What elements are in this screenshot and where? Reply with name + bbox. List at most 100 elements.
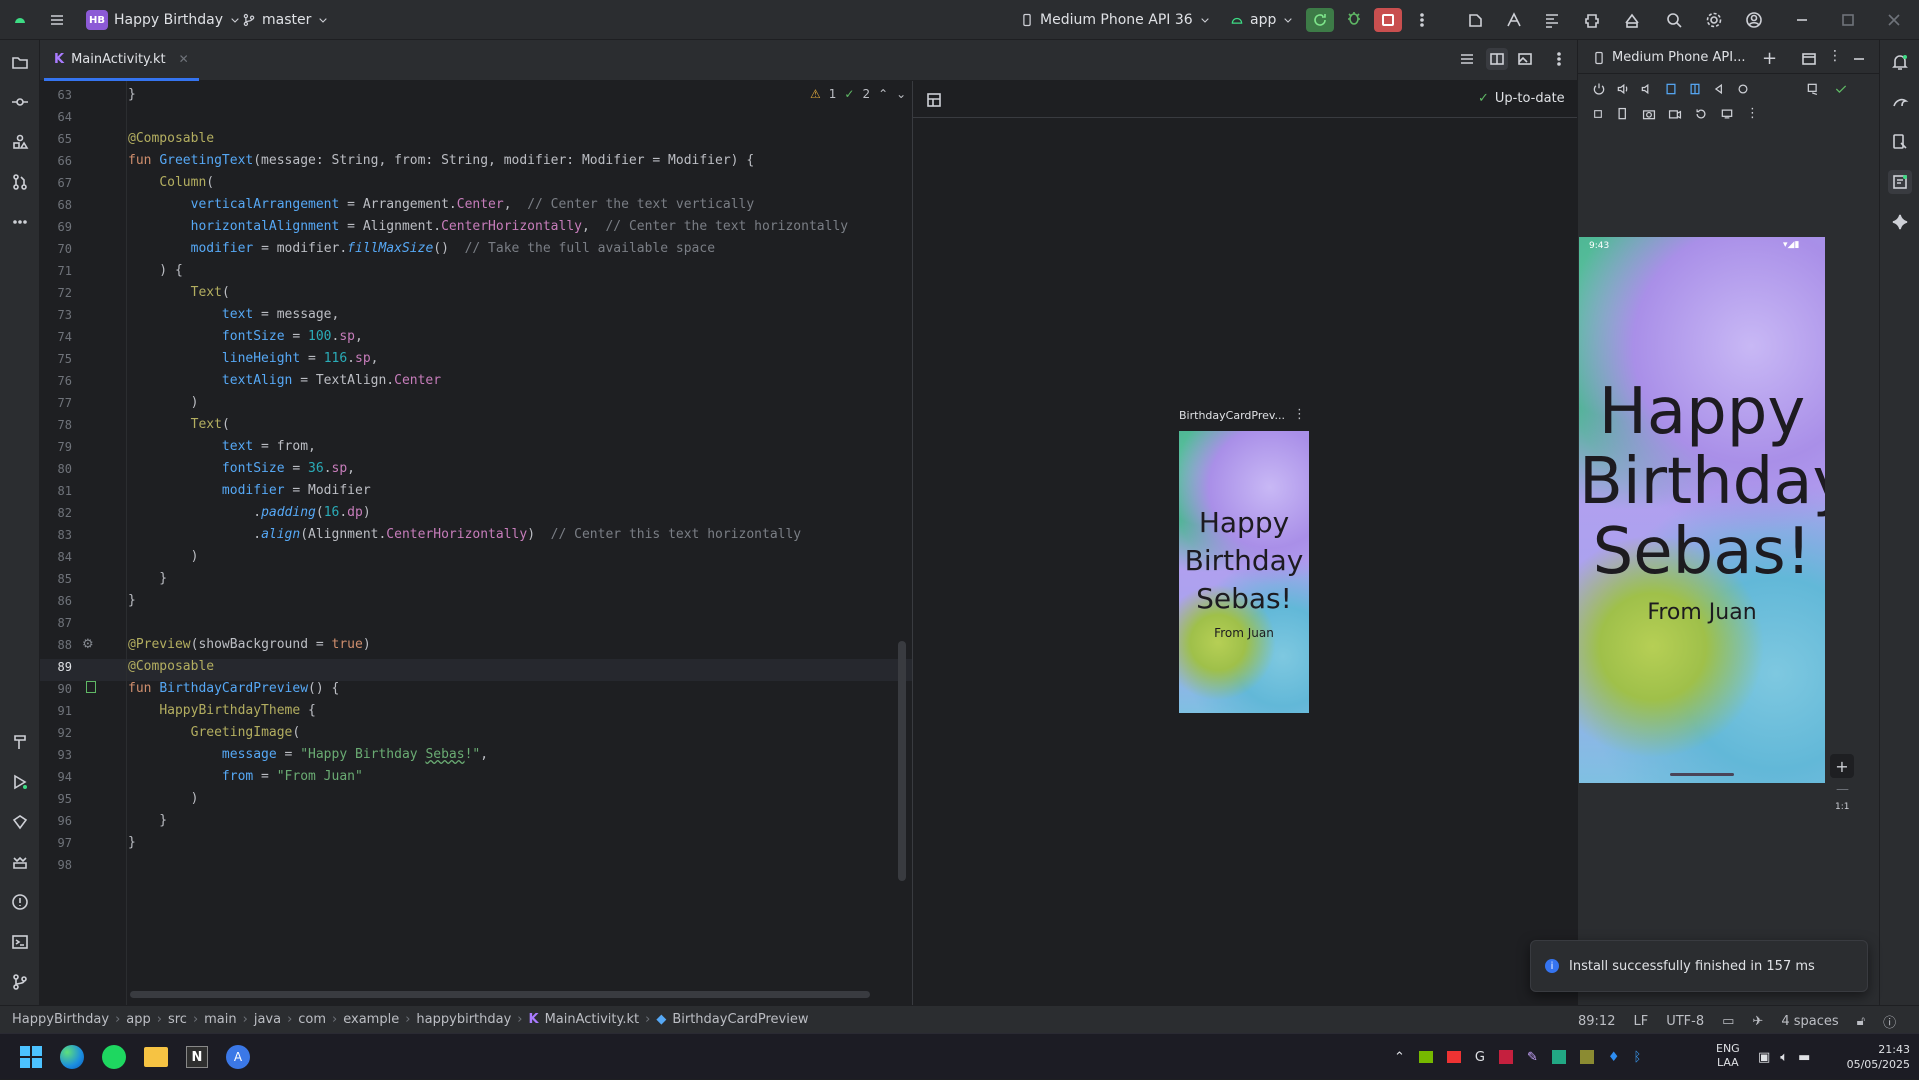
gesture-nav-bar[interactable] [1670, 773, 1734, 776]
code-view-icon[interactable] [1458, 50, 1476, 68]
run-config-selector[interactable]: app [1230, 8, 1294, 32]
lock-icon[interactable]: 🔓︎ [1857, 1014, 1865, 1029]
design-view-icon[interactable] [1516, 50, 1534, 68]
extended-controls-icon[interactable] [1720, 106, 1734, 121]
version-control-icon[interactable] [8, 970, 32, 994]
device-explorer-icon[interactable] [1888, 130, 1912, 154]
editor-horizontal-scrollbar[interactable] [130, 991, 870, 998]
terminal-icon[interactable] [8, 930, 32, 954]
project-selector[interactable]: HB Happy Birthday [86, 8, 241, 32]
file-encoding[interactable]: UTF-8 [1666, 1014, 1704, 1029]
preview-layout-icon[interactable] [925, 91, 943, 109]
device-screen[interactable]: 9:43 ▾◢▮ Happy Birthday Sebas! From Juan [1579, 237, 1825, 783]
preview-card[interactable]: Happy Birthday Sebas! From Juan [1179, 431, 1309, 713]
search-icon[interactable] [1662, 8, 1686, 32]
indent-setting[interactable]: 4 spaces [1781, 1014, 1838, 1029]
pen-tray-icon[interactable]: ✎ [1527, 1050, 1538, 1065]
screenshot-camera-icon[interactable] [1642, 106, 1656, 121]
notifications-bell-icon[interactable] [1888, 50, 1912, 74]
panel-options-icon[interactable]: ⋮ [1828, 48, 1842, 64]
breadcrumb-item[interactable]: BirthdayCardPreview [672, 1012, 808, 1027]
volume-up-icon[interactable] [1616, 82, 1630, 96]
clock[interactable]: 21:43 05/05/2025 [1842, 1042, 1910, 1072]
more-actions-icon[interactable] [1412, 8, 1432, 32]
bluetooth-icon[interactable]: ᛒ [1634, 1050, 1642, 1065]
add-device-icon[interactable]: + [1762, 48, 1777, 69]
hide-panel-icon[interactable] [1850, 50, 1868, 68]
profiler-icon[interactable] [1502, 8, 1526, 32]
panel-layout-icon[interactable] [1800, 50, 1818, 68]
maximize-window-icon[interactable] [1838, 8, 1858, 32]
build-hammer-icon[interactable] [8, 730, 32, 754]
more-tools-icon[interactable] [8, 210, 32, 234]
app-tray-icon-blue[interactable]: ♦ [1608, 1050, 1620, 1065]
rotate-right-icon[interactable] [1688, 82, 1702, 96]
zoom-in-button[interactable]: + [1830, 754, 1854, 778]
settings-gear-icon[interactable] [1702, 8, 1726, 32]
android-studio-icon[interactable]: A [226, 1045, 250, 1069]
breadcrumb-item[interactable]: java [254, 1012, 281, 1027]
file-explorer-icon[interactable] [144, 1047, 168, 1067]
breadcrumb-item[interactable]: example [343, 1012, 399, 1027]
app-tray-icon-green[interactable] [1551, 1050, 1566, 1064]
main-menu-icon[interactable] [48, 8, 66, 32]
minimize-window-icon[interactable] [1792, 8, 1812, 32]
zoom-out-button[interactable]: — [1836, 782, 1849, 797]
running-devices-icon[interactable] [1888, 170, 1912, 194]
language-indicator[interactable]: ENG LAA [1716, 1042, 1740, 1070]
project-folder-icon[interactable] [8, 50, 32, 74]
logcat-icon[interactable] [8, 850, 32, 874]
device-manager-icon[interactable] [1620, 8, 1644, 32]
tray-overflow-icon[interactable]: ⌃ [1394, 1050, 1405, 1065]
power-icon[interactable] [1592, 82, 1606, 96]
device-selector[interactable]: Medium Phone API 36 [1020, 8, 1211, 32]
edge-browser-icon[interactable] [60, 1045, 84, 1069]
gradle-sync-icon[interactable] [1464, 8, 1488, 32]
plugin-icon[interactable] [1580, 8, 1604, 32]
split-view-icon[interactable] [1486, 48, 1508, 70]
breadcrumb-item[interactable]: HappyBirthday [12, 1012, 109, 1027]
home-icon[interactable] [1736, 82, 1750, 96]
rotate-left-icon[interactable] [1664, 82, 1678, 96]
preview-settings-gear-icon[interactable]: ⚙ [82, 637, 94, 652]
debug-button[interactable] [1342, 8, 1366, 32]
app-tray-icon-red[interactable] [1446, 1051, 1461, 1063]
event-log-icon[interactable]: ⓘ [1883, 1012, 1896, 1031]
app-tray-icon-g[interactable]: G [1475, 1050, 1485, 1065]
structure-icon[interactable] [1540, 8, 1564, 32]
account-icon[interactable] [1742, 8, 1766, 32]
mirror-icon[interactable] [1806, 82, 1820, 96]
caret-position[interactable]: 89:12 [1578, 1014, 1615, 1029]
branch-selector[interactable]: master [242, 8, 329, 32]
breadcrumb-item[interactable]: com [298, 1012, 326, 1027]
previous-highlight-icon[interactable]: ⌃ [878, 87, 888, 101]
breadcrumb-item[interactable]: app [126, 1012, 150, 1027]
device-tab[interactable]: Medium Phone API... [1592, 50, 1745, 65]
code-editor[interactable]: 63 64 65 66 67 68 69 70 71 72 73 74 75 7… [40, 81, 912, 1005]
readonly-toggle-icon[interactable]: ▭ [1722, 1014, 1734, 1029]
app-tray-icon-ai[interactable] [1498, 1050, 1513, 1064]
overview-icon[interactable] [1592, 106, 1604, 121]
volume-down-icon[interactable] [1640, 82, 1654, 96]
close-window-icon[interactable] [1884, 8, 1904, 32]
back-icon[interactable] [1712, 82, 1726, 96]
pull-requests-icon[interactable] [8, 170, 32, 194]
inspection-widget[interactable]: ⚠ 1 ✓ 2 ⌃ ⌄ [810, 87, 906, 101]
run-panel-icon[interactable] [8, 770, 32, 794]
breadcrumb-item[interactable]: src [168, 1012, 187, 1027]
editor-vertical-scrollbar[interactable] [898, 641, 906, 881]
next-highlight-icon[interactable]: ⌄ [896, 87, 906, 101]
quick-settings[interactable]: ▣ 🔈︎ ▬ [1758, 1034, 1810, 1080]
breadcrumb-item[interactable]: main [204, 1012, 236, 1027]
commit-icon[interactable] [8, 90, 32, 114]
device-more-icon[interactable]: ⋮ [1746, 106, 1759, 121]
rerun-button[interactable] [1306, 8, 1334, 32]
windows-start-icon[interactable] [20, 1046, 42, 1068]
notion-icon[interactable]: N [186, 1046, 208, 1068]
snapshot-icon[interactable] [1616, 106, 1630, 121]
stop-button[interactable] [1374, 8, 1402, 32]
tab-main-activity[interactable]: K MainActivity.kt ✕ [44, 40, 199, 81]
app-quality-icon[interactable] [8, 810, 32, 834]
problems-icon[interactable] [8, 890, 32, 914]
zoom-actual-size[interactable]: 1:1 [1835, 802, 1849, 812]
